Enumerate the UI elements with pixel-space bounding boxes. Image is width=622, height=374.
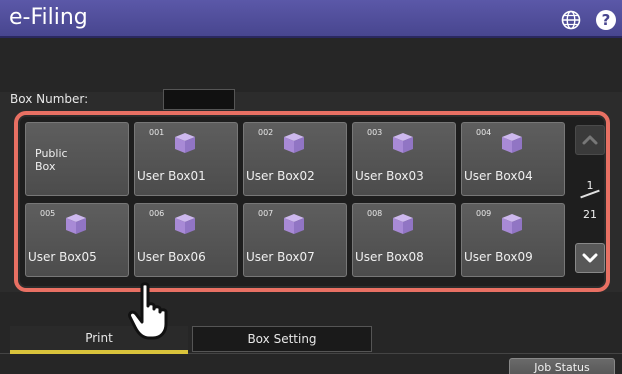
box-name: User Box08 [355, 250, 424, 264]
box-name: User Box07 [246, 250, 315, 264]
box-number-label: Box Number: [10, 92, 89, 106]
box-cube-icon [393, 133, 413, 153]
title-bar: e-Filing ? [0, 0, 622, 38]
page-current: 1 [586, 179, 594, 192]
box-number: 009 [476, 209, 492, 218]
page-up-button[interactable] [575, 125, 605, 155]
box-name: User Box06 [137, 250, 206, 264]
user-box-button[interactable]: 005 User Box05 [25, 203, 129, 277]
efiling-screen: e-Filing ? Box Number: Public Box 001 Us… [0, 0, 622, 374]
user-box-button[interactable]: 001 User Box01 [134, 122, 238, 196]
box-name: User Box04 [464, 169, 533, 183]
public-box-label: Public Box [35, 147, 115, 173]
app-title: e-Filing [9, 5, 88, 30]
user-box-button[interactable]: 002 User Box02 [243, 122, 347, 196]
box-name: User Box03 [355, 169, 424, 183]
help-icon[interactable]: ? [596, 10, 616, 30]
public-box-button[interactable]: Public Box [25, 122, 129, 196]
chevron-up-icon [582, 135, 598, 145]
public-box-label-line1: Public [35, 147, 68, 160]
box-number: 005 [40, 209, 56, 218]
box-cube-icon [284, 214, 304, 234]
box-cube-icon [502, 133, 522, 153]
user-box-button[interactable]: 009 User Box09 [461, 203, 565, 277]
box-cube-icon [284, 133, 304, 153]
user-box-button[interactable]: 006 User Box06 [134, 203, 238, 277]
user-box-button[interactable]: 004 User Box04 [461, 122, 565, 196]
user-box-button[interactable]: 007 User Box07 [243, 203, 347, 277]
page-down-button[interactable] [575, 243, 605, 273]
box-cube-icon [393, 214, 413, 234]
box-name: User Box09 [464, 250, 533, 264]
user-box-button[interactable]: 008 User Box08 [352, 203, 456, 277]
job-status-button[interactable]: Job Status [509, 358, 615, 374]
chevron-down-icon [582, 253, 598, 263]
box-name: User Box01 [137, 169, 206, 183]
box-number: 008 [367, 209, 383, 218]
box-number: 004 [476, 128, 492, 137]
globe-icon[interactable] [561, 10, 581, 30]
box-number: 007 [258, 209, 274, 218]
user-box-button[interactable]: 003 User Box03 [352, 122, 456, 196]
box-number: 003 [367, 128, 383, 137]
box-name: User Box05 [28, 250, 97, 264]
box-number: 001 [149, 128, 165, 137]
box-number: 002 [258, 128, 274, 137]
public-box-label-line2: Box [35, 160, 56, 173]
hand-pointer-icon [128, 282, 168, 340]
box-name: User Box02 [246, 169, 315, 183]
box-cube-icon [175, 214, 195, 234]
box-cube-icon [502, 214, 522, 234]
page-total: 21 [583, 208, 597, 221]
box-number: 006 [149, 209, 165, 218]
box-cube-icon [175, 133, 195, 153]
box-number-field[interactable] [163, 89, 235, 110]
tab-box-setting[interactable]: Box Setting [192, 326, 372, 352]
top-strip [0, 38, 622, 92]
box-cube-icon [66, 214, 86, 234]
